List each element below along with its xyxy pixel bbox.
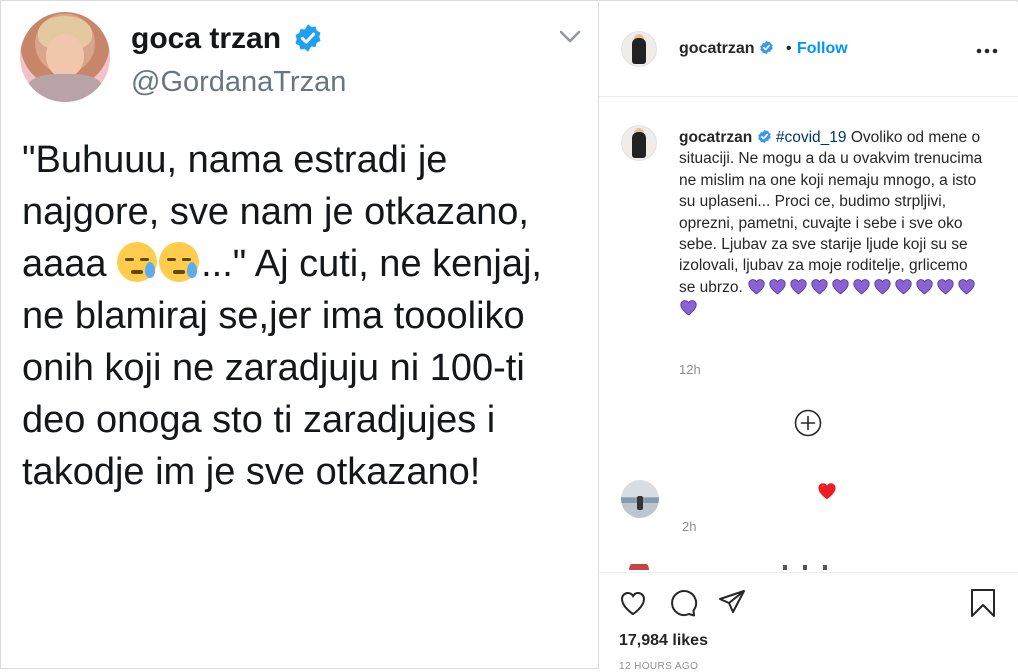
author-username-link[interactable]: gocatrzan xyxy=(679,40,774,58)
post-container: goca trzan @GordanaTrzan "Buhuuu, nama e… xyxy=(0,0,1018,672)
verified-badge-icon xyxy=(295,24,321,52)
purple-heart-emoji xyxy=(874,278,891,295)
comment-time: 2h xyxy=(682,519,697,534)
caption-text: Ovoliko od mene o situaciji. Ne mogu a d… xyxy=(679,129,983,296)
caption-hashtag[interactable]: #covid_19 xyxy=(776,129,847,146)
author-username: gocatrzan xyxy=(679,40,755,57)
tweet-display-name: goca trzan xyxy=(131,22,282,55)
purple-heart-emoji xyxy=(790,278,807,295)
purple-heart-emoji xyxy=(895,278,912,295)
sad-tear-face-emoji xyxy=(159,242,200,282)
tweet-handle: @GordanaTrzan xyxy=(131,66,347,98)
bookmark-icon[interactable] xyxy=(968,588,998,618)
next-comment-preview xyxy=(629,564,827,570)
red-heart-emoji xyxy=(818,483,836,500)
post-header: gocatrzan • Follow xyxy=(599,2,1018,97)
purple-heart-emoji xyxy=(832,278,849,295)
commenter-avatar[interactable] xyxy=(621,480,659,518)
author-avatar[interactable] xyxy=(621,31,657,67)
verified-badge-icon xyxy=(757,129,771,144)
separator-dot: • xyxy=(786,40,792,57)
chevron-down-icon xyxy=(559,30,581,43)
tweet-avatar xyxy=(20,12,110,102)
purple-heart-emoji xyxy=(748,278,765,295)
share-icon[interactable] xyxy=(717,588,747,618)
verified-badge-icon xyxy=(760,40,773,55)
likes-count[interactable]: 17,984 likes xyxy=(619,632,708,650)
purple-heart-emoji xyxy=(811,278,828,295)
post-timestamp[interactable]: 12 HOURS AGO xyxy=(619,661,698,672)
post-caption: gocatrzan #covid_19 Ovoliko od mene o si… xyxy=(679,127,984,320)
caption-author-avatar[interactable] xyxy=(621,125,657,161)
plus-circle-icon[interactable] xyxy=(794,409,822,437)
purple-heart-emoji xyxy=(769,278,786,295)
purple-heart-emoji xyxy=(916,278,933,295)
purple-heart-emoji xyxy=(937,278,954,295)
purple-heart-emoji xyxy=(958,278,975,295)
follow-button[interactable]: Follow xyxy=(797,40,848,58)
post-image-tweet: goca trzan @GordanaTrzan "Buhuuu, nama e… xyxy=(2,2,598,668)
sad-tear-face-emoji xyxy=(117,242,158,282)
purple-heart-emoji xyxy=(853,278,870,295)
caption-username[interactable]: gocatrzan xyxy=(679,129,752,146)
more-horizontal-icon[interactable] xyxy=(976,48,998,54)
like-heart-icon[interactable] xyxy=(618,588,648,618)
instagram-sidebar: gocatrzan • Follow gocatrzan #covid_19 O… xyxy=(598,2,1018,672)
purple-heart-emoji xyxy=(680,300,697,316)
post-actions: 17,984 likes 12 HOURS AGO xyxy=(599,572,1018,672)
comment-icon[interactable] xyxy=(668,588,698,618)
caption-time: 12h xyxy=(679,362,701,377)
tweet-text: "Buhuuu, nama estradi je najgore, sve na… xyxy=(22,134,592,498)
